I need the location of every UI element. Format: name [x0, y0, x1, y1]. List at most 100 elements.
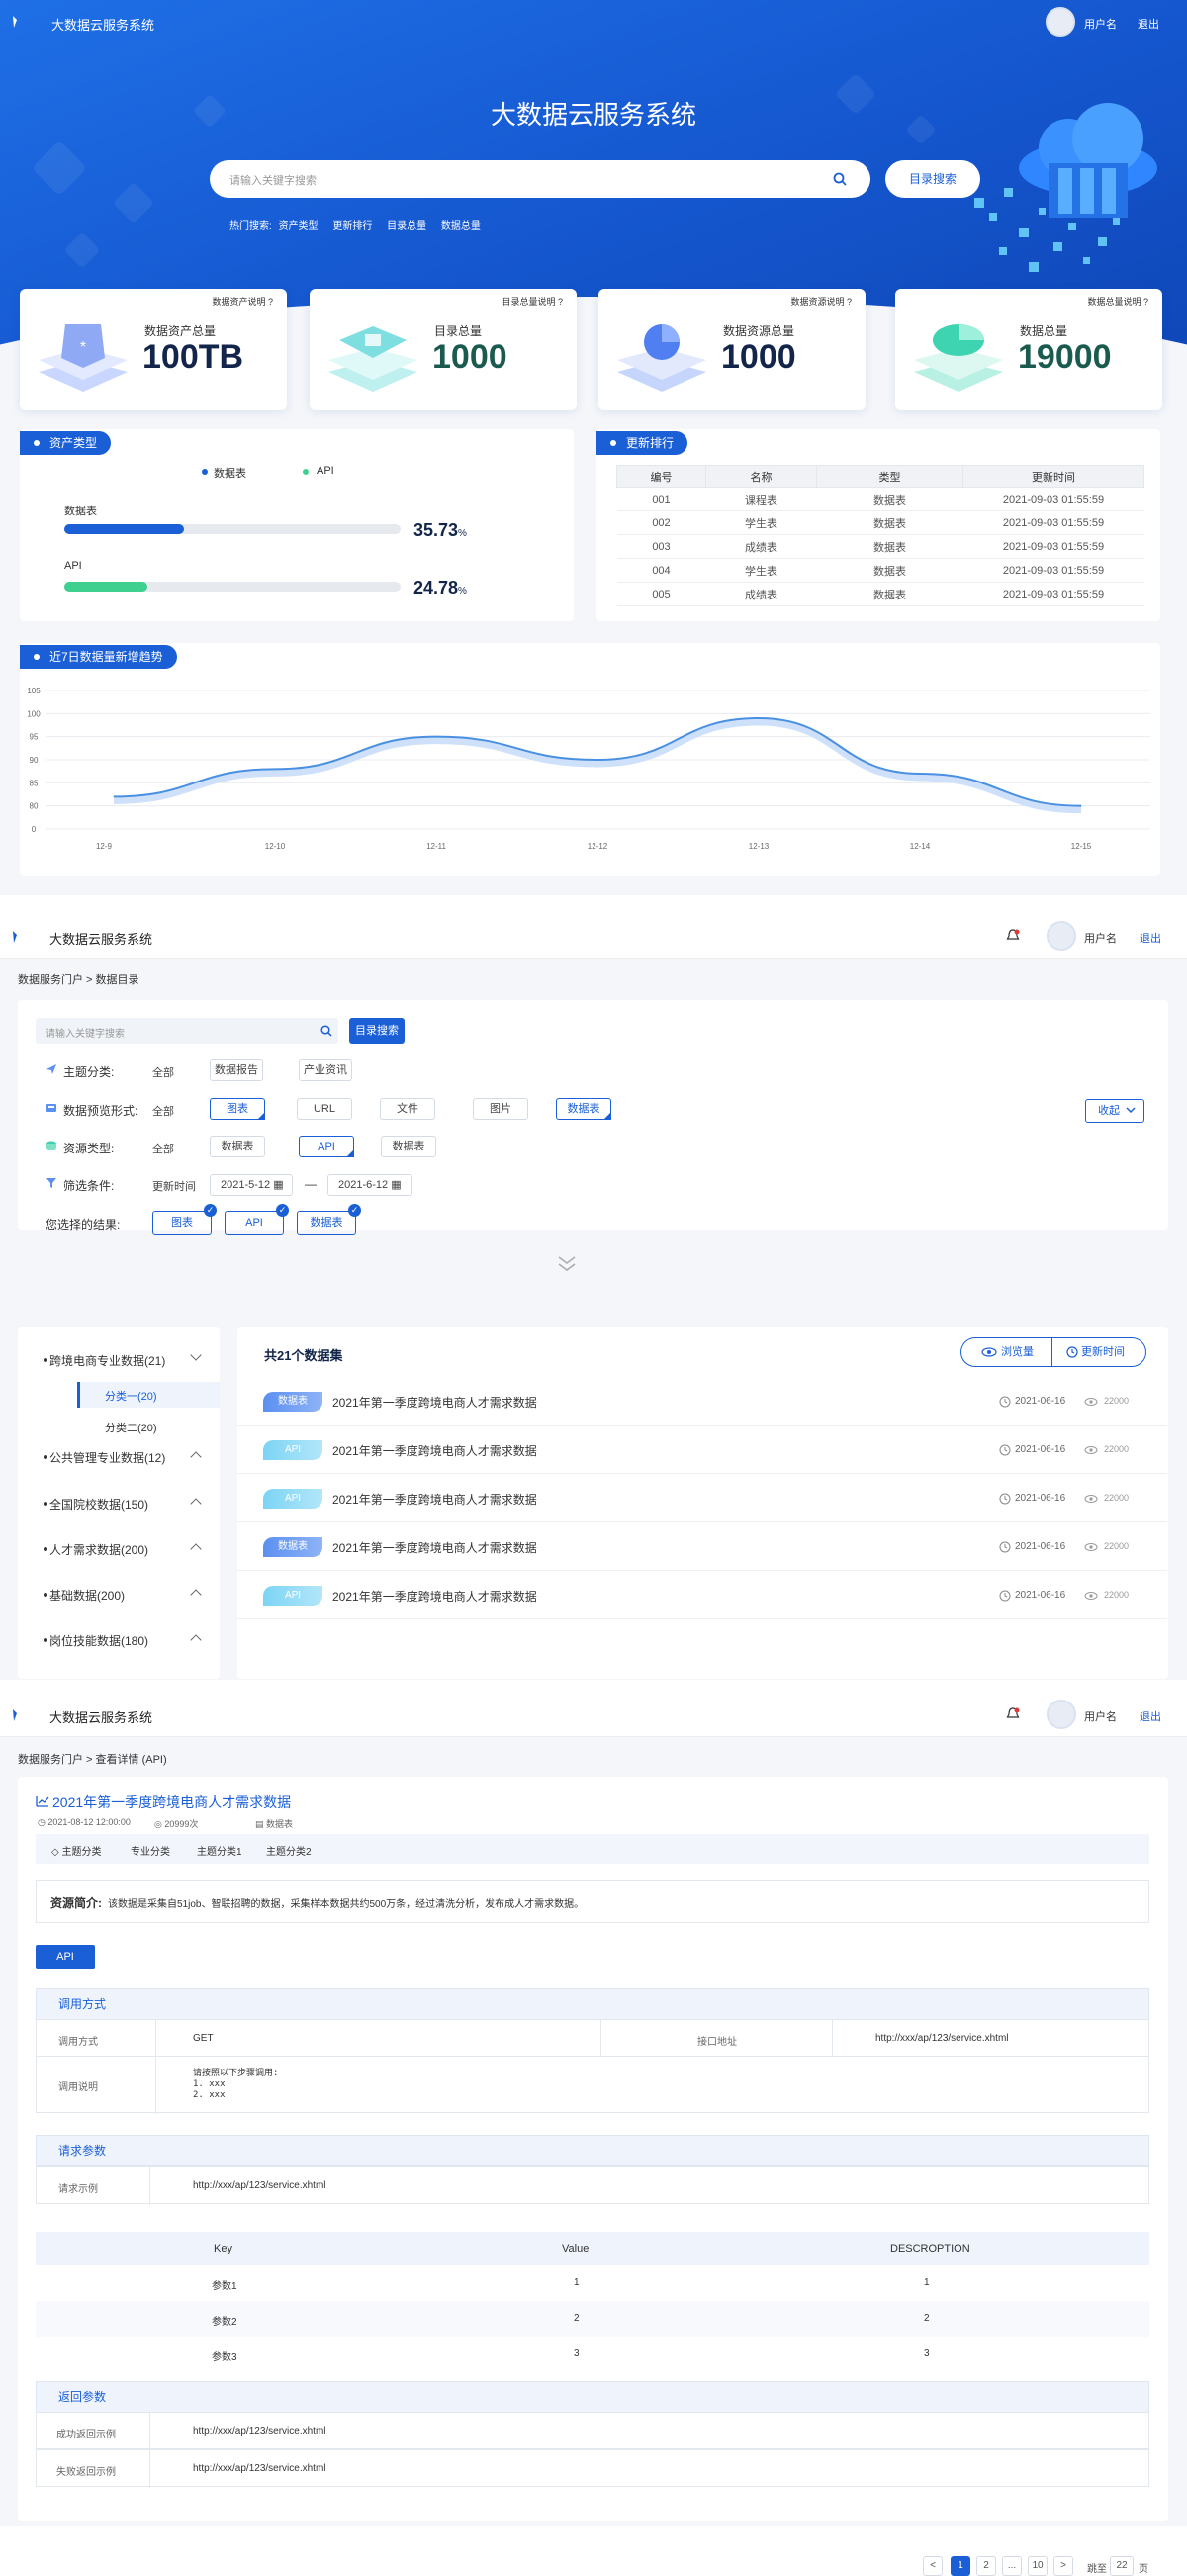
- table-cell: 学生表: [705, 558, 817, 583]
- divider: [155, 2020, 156, 2058]
- tree-item[interactable]: 岗位技能数据(180): [43, 1632, 148, 1649]
- bell-icon[interactable]: [1006, 1707, 1020, 1721]
- update-rank-panel: 更新排行 编号 名称 类型 更新时间 001 课程表 数据表 2021-09-03 0…: [596, 429, 1160, 621]
- sort-views[interactable]: 浏览量: [961, 1338, 1052, 1366]
- username[interactable]: 用户名: [1084, 16, 1117, 32]
- search-icon[interactable]: [833, 172, 847, 186]
- filter-option[interactable]: 数据表: [210, 1136, 265, 1157]
- tree-child-label[interactable]: 分类一(20): [105, 1388, 157, 1404]
- filter-all[interactable]: 全部: [152, 1064, 174, 1080]
- filter-all[interactable]: 全部: [152, 1103, 174, 1119]
- page-input[interactable]: 22: [1110, 2556, 1134, 2576]
- list-item[interactable]: 数据表 2021年第一季度跨境电商人才需求数据 2021-06-16 22000: [237, 1378, 1167, 1426]
- stat-note[interactable]: 目录总量说明 ?: [502, 295, 563, 308]
- logout-link[interactable]: 退出: [1140, 1708, 1161, 1724]
- catalog-search-input[interactable]: 请输入关键字搜索: [36, 1018, 338, 1044]
- type-badge: API: [263, 1586, 322, 1606]
- search-placeholder: 请输入关键字搜索: [46, 1029, 125, 1040]
- stat-note[interactable]: 数据资产说明 ?: [212, 295, 273, 308]
- detail-header: 大数据云服务系统 用户名 退出: [0, 1692, 1187, 1737]
- tree-child-label[interactable]: 分类二(20): [105, 1420, 157, 1435]
- request-example-row: 请求示例 http://xxx/ap/123/service.xhtml: [36, 2166, 1149, 2205]
- topic-tag: 主题分类1: [197, 1847, 242, 1858]
- username[interactable]: 用户名: [1084, 930, 1117, 946]
- item-title[interactable]: 2021年第一季度跨境电商人才需求数据: [332, 1491, 537, 1508]
- filter-option[interactable]: 产业资讯: [299, 1059, 352, 1081]
- hero-search-input[interactable]: 请输入关键字搜索: [210, 160, 870, 198]
- avatar[interactable]: [1047, 921, 1076, 951]
- item-date: 2021-06-16: [1015, 1541, 1066, 1552]
- catalog-search-button[interactable]: 目录搜索: [349, 1018, 405, 1044]
- result-tag[interactable]: API ✓: [225, 1204, 289, 1235]
- item-title[interactable]: 2021年第一季度跨境电商人才需求数据: [332, 1588, 537, 1605]
- column-header: 名称: [705, 465, 817, 488]
- tree-item[interactable]: 人才需求数据(200): [43, 1541, 148, 1558]
- filter-label: 筛选条件:: [63, 1179, 115, 1193]
- list-item[interactable]: API 2021年第一季度跨境电商人才需求数据 2021-06-16 22000: [237, 1426, 1167, 1474]
- result-tag[interactable]: 图表 ✓: [152, 1204, 217, 1235]
- stat-note[interactable]: 数据总量说明 ?: [1087, 295, 1148, 308]
- stat-note[interactable]: 数据资源说明 ?: [790, 295, 852, 308]
- catalog-search-button[interactable]: 目录搜索: [885, 160, 980, 198]
- tree-item[interactable]: 公共管理专业数据(12): [43, 1449, 165, 1466]
- close-icon[interactable]: ✓: [204, 1204, 217, 1217]
- search-icon[interactable]: [320, 1025, 332, 1037]
- avatar[interactable]: [1047, 1700, 1076, 1729]
- logout-link[interactable]: 退出: [1138, 16, 1159, 32]
- close-icon[interactable]: ✓: [276, 1204, 289, 1217]
- table-cell: 1: [924, 2277, 930, 2288]
- filter-option[interactable]: URL: [297, 1098, 352, 1120]
- item-title[interactable]: 2021年第一季度跨境电商人才需求数据: [332, 1394, 537, 1411]
- response-section-title: 返回参数: [36, 2381, 1149, 2413]
- page-ellipsis[interactable]: ...: [1002, 2556, 1022, 2576]
- success-row: 成功返回示例 http://xxx/ap/123/service.xhtml: [36, 2412, 1149, 2450]
- hot-item[interactable]: 数据总量: [441, 221, 481, 231]
- page-next[interactable]: >: [1053, 2556, 1073, 2576]
- hot-search: 热门搜索: 资产类型 更新排行 目录总量 数据总量: [229, 217, 481, 231]
- hot-item[interactable]: 目录总量: [387, 221, 426, 231]
- page-prev[interactable]: <: [923, 2556, 943, 2576]
- date-to-input[interactable]: 2021-6-12 ▦: [327, 1174, 412, 1196]
- item-title[interactable]: 2021年第一季度跨境电商人才需求数据: [332, 1442, 537, 1459]
- list-item[interactable]: API 2021年第一季度跨境电商人才需求数据 2021-06-16 22000: [237, 1572, 1167, 1619]
- tree-item[interactable]: 全国院校数据(150): [43, 1496, 148, 1513]
- hot-item[interactable]: 更新排行: [332, 221, 372, 231]
- trend-panel: 近7日数据量新增趋势 0 80 85 90 95 100 105 12-9 12-10 12-11…: [20, 643, 1160, 876]
- item-views: 22000: [1104, 1444, 1130, 1454]
- item-title[interactable]: 2021年第一季度跨境电商人才需求数据: [332, 1539, 537, 1556]
- filter-option[interactable]: 数据报告: [210, 1059, 263, 1081]
- username[interactable]: 用户名: [1084, 1708, 1117, 1724]
- page-button[interactable]: 10: [1028, 2556, 1048, 2576]
- avatar[interactable]: [1046, 7, 1075, 37]
- list-item[interactable]: API 2021年第一季度跨境电商人才需求数据 2021-06-16 22000: [237, 1475, 1167, 1522]
- expand-chevron-icon[interactable]: [557, 1255, 577, 1273]
- bell-icon[interactable]: [1006, 929, 1020, 943]
- tree-item[interactable]: 跨境电商专业数据(21): [43, 1352, 165, 1369]
- filter-field: 更新时间: [152, 1181, 196, 1193]
- resource-type-icon: [46, 1141, 56, 1150]
- hot-item[interactable]: 资产类型: [279, 221, 319, 231]
- filter-option[interactable]: 数据表: [381, 1136, 436, 1157]
- stat-title: 数据总量: [1020, 324, 1068, 338]
- panel-title: 资产类型: [20, 431, 112, 455]
- filter-option-selected[interactable]: 数据表: [556, 1098, 611, 1120]
- filter-option-selected[interactable]: API: [299, 1136, 354, 1157]
- close-icon[interactable]: ✓: [348, 1204, 361, 1217]
- table-cell: 004: [616, 558, 706, 583]
- api-button[interactable]: API: [36, 1945, 95, 1969]
- filter-option-selected[interactable]: 图表: [210, 1098, 265, 1120]
- filter-option[interactable]: 图片: [473, 1098, 528, 1120]
- logout-link[interactable]: 退出: [1140, 930, 1161, 946]
- list-item[interactable]: 数据表 2021年第一季度跨境电商人才需求数据 2021-06-16 22000: [237, 1523, 1167, 1571]
- page-button[interactable]: 2: [976, 2556, 996, 2576]
- panel-title: 近7日数据量新增趋势: [20, 645, 177, 669]
- result-tag[interactable]: 数据表 ✓: [297, 1204, 361, 1235]
- page-button-active[interactable]: 1: [951, 2556, 970, 2576]
- date-from-input[interactable]: 2021-5-12 ▦: [210, 1174, 293, 1196]
- filter-option[interactable]: 文件: [380, 1098, 435, 1120]
- collapse-button[interactable]: 收起: [1085, 1099, 1144, 1123]
- tree-item[interactable]: 基础数据(200): [43, 1587, 125, 1604]
- detail-date: ◷ 2021-08-12 12:00:00: [38, 1817, 131, 1827]
- filter-all[interactable]: 全部: [152, 1141, 174, 1156]
- data-point: [919, 773, 921, 775]
